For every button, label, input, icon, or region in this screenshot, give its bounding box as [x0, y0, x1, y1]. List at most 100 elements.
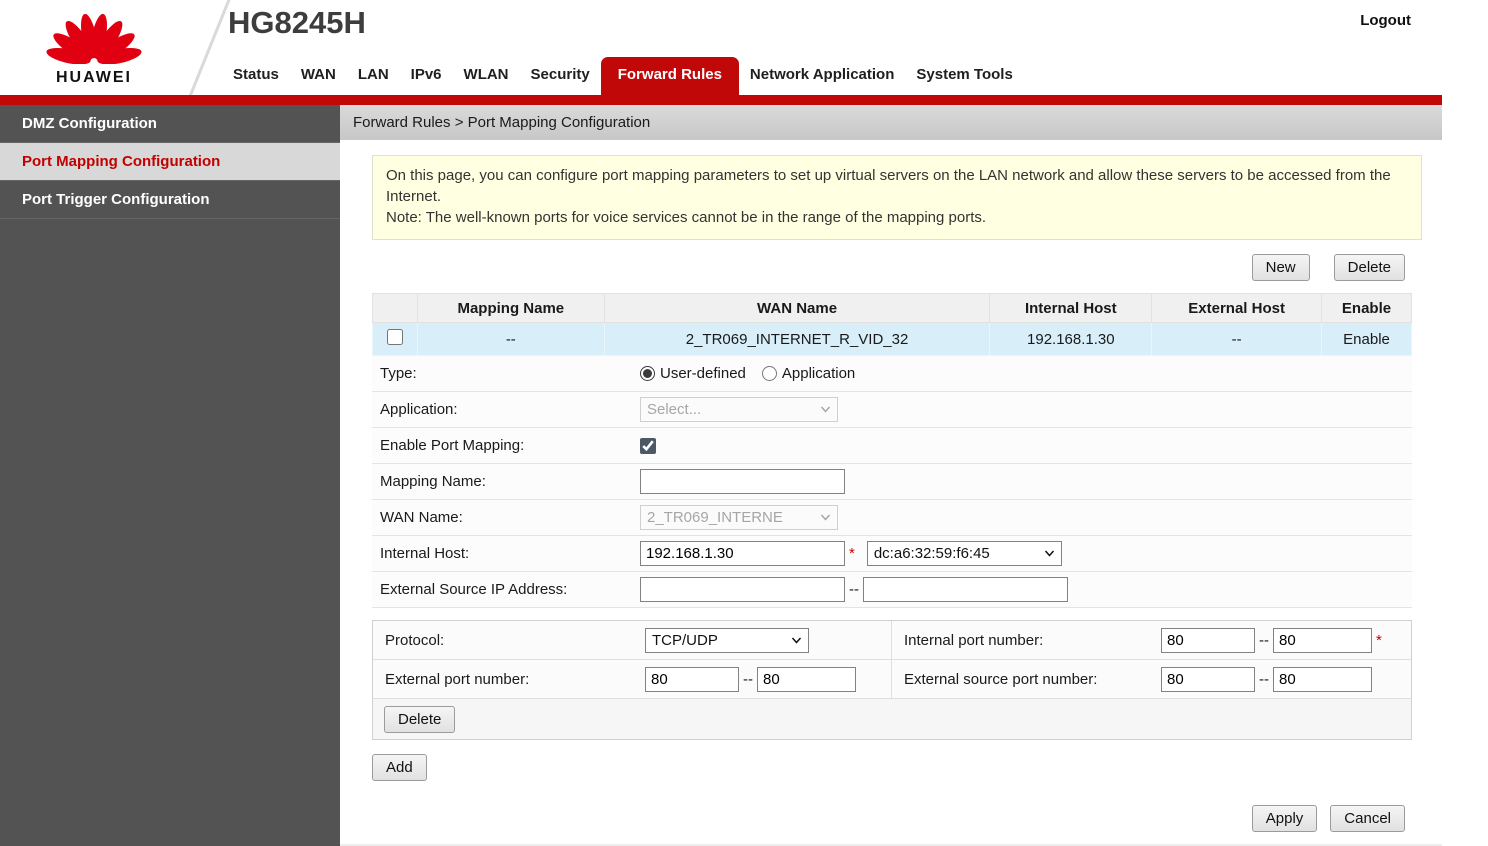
row-select-checkbox[interactable] — [386, 329, 403, 345]
content-panel: On this page, you can configure port map… — [340, 140, 1442, 844]
breadcrumb: Forward Rules > Port Mapping Configurati… — [340, 105, 1442, 140]
range-separator: -- — [849, 581, 859, 598]
internal-host-input[interactable] — [640, 541, 845, 566]
internal-host-mac-select[interactable]: dc:a6:32:59:f6:45 — [866, 541, 1062, 566]
add-button[interactable]: Add — [372, 754, 427, 781]
router-admin-page: HUAWEI HG8245H Logout Status WAN LAN IPv… — [0, 0, 1442, 846]
cell-wan-name: 2_TR069_INTERNET_R_VID_32 — [603, 322, 991, 356]
tab-wan[interactable]: WAN — [290, 58, 347, 95]
external-source-port-from-input[interactable] — [1161, 666, 1255, 692]
range-separator: -- — [1259, 631, 1269, 649]
range-separator: -- — [743, 670, 753, 688]
add-row: Add — [372, 754, 1422, 781]
chevron-down-icon — [820, 406, 831, 413]
application-label: Application: — [380, 401, 458, 418]
logout-link[interactable]: Logout — [1360, 12, 1411, 29]
required-asterisk: * — [849, 545, 855, 562]
model-title: HG8245H — [228, 5, 366, 40]
mapping-table-header-row: Mapping Name WAN Name Internal Host Exte… — [372, 293, 1412, 323]
tab-lan[interactable]: LAN — [347, 58, 400, 95]
tab-network-application[interactable]: Network Application — [739, 58, 905, 95]
external-port-to-input[interactable] — [757, 666, 856, 692]
form-row-application: Application: Select... — [372, 392, 1412, 428]
protocol-select[interactable]: TCP/UDP — [645, 627, 809, 653]
new-button[interactable]: New — [1251, 254, 1310, 281]
row-delete-button[interactable]: Delete — [384, 705, 456, 733]
huawei-flower-icon — [46, 13, 142, 65]
info-line-2: Note: The well-known ports for voice ser… — [386, 209, 987, 226]
port-row-2: External port number: -- External source… — [373, 660, 1411, 699]
wan-name-select[interactable]: 2_TR069_INTERNE — [640, 505, 838, 530]
tab-ipv6[interactable]: IPv6 — [400, 58, 453, 95]
application-radio-label: Application — [781, 365, 856, 382]
chevron-down-icon — [1044, 550, 1054, 557]
huawei-logo: HUAWEI — [34, 2, 154, 87]
sidebar-item-dmz-configuration[interactable]: DMZ Configuration — [0, 105, 340, 143]
internal-host-label: Internal Host: — [380, 545, 470, 562]
header-accent-bar — [0, 95, 1442, 105]
mapping-name-label: Mapping Name: — [380, 473, 486, 490]
enable-port-mapping-label: Enable Port Mapping: — [380, 437, 525, 454]
application-radio[interactable] — [761, 366, 777, 381]
mapping-name-input[interactable] — [640, 469, 845, 494]
wan-name-label: WAN Name: — [380, 509, 463, 526]
cancel-button[interactable]: Cancel — [1330, 805, 1405, 832]
cell-enable: Enable — [1321, 322, 1412, 356]
tab-forward-rules[interactable]: Forward Rules — [600, 57, 739, 95]
tab-system-tools[interactable]: System Tools — [905, 58, 1023, 95]
mapping-form: Type: User-defined Application Applicati… — [372, 356, 1412, 608]
delete-button[interactable]: Delete — [1333, 254, 1405, 281]
internal-port-to-input[interactable] — [1273, 627, 1372, 653]
port-settings-table: Protocol: TCP/UDP Internal port number: … — [372, 620, 1412, 740]
sidebar: DMZ Configuration Port Mapping Configura… — [0, 105, 340, 846]
cell-external-host: -- — [1151, 322, 1323, 356]
external-source-ip-to-input[interactable] — [863, 577, 1068, 602]
required-asterisk: * — [1376, 631, 1382, 649]
form-row-wan-name: WAN Name: 2_TR069_INTERNE — [372, 500, 1412, 536]
info-line-1: On this page, you can configure port map… — [386, 167, 1391, 205]
apply-button[interactable]: Apply — [1251, 805, 1318, 832]
tab-security[interactable]: Security — [520, 58, 601, 95]
chevron-down-icon — [820, 514, 831, 521]
port-delete-row: Delete — [373, 699, 1411, 739]
table-row: -- 2_TR069_INTERNET_R_VID_32 192.168.1.3… — [372, 322, 1412, 356]
type-radio-group: User-defined Application — [640, 365, 871, 382]
header-mapping-name: Mapping Name — [416, 293, 605, 323]
info-box: On this page, you can configure port map… — [372, 155, 1422, 240]
application-select[interactable]: Select... — [640, 397, 838, 422]
range-separator: -- — [1259, 670, 1269, 688]
protocol-label: Protocol: — [385, 631, 445, 649]
header-enable: Enable — [1321, 293, 1412, 323]
tab-status[interactable]: Status — [222, 58, 290, 95]
internal-port-label: Internal port number: — [891, 621, 1161, 659]
form-row-mapping-name: Mapping Name: — [372, 464, 1412, 500]
external-source-ip-from-input[interactable] — [640, 577, 845, 602]
mapping-table: Mapping Name WAN Name Internal Host Exte… — [372, 293, 1412, 356]
user-defined-radio[interactable] — [640, 366, 655, 381]
port-row-1: Protocol: TCP/UDP Internal port number: … — [373, 621, 1411, 660]
form-actions: Apply Cancel — [372, 805, 1422, 832]
tab-wlan[interactable]: WLAN — [453, 58, 520, 95]
header-internal-host: Internal Host — [989, 293, 1153, 323]
external-source-port-label: External source port number: — [891, 660, 1161, 698]
external-source-port-to-input[interactable] — [1273, 666, 1372, 692]
cell-mapping-name: -- — [416, 322, 605, 356]
external-port-from-input[interactable] — [645, 666, 739, 692]
form-row-type: Type: User-defined Application — [372, 356, 1412, 392]
main-area: Forward Rules > Port Mapping Configurati… — [340, 105, 1442, 846]
sidebar-item-port-trigger-configuration[interactable]: Port Trigger Configuration — [0, 181, 340, 219]
internal-port-from-input[interactable] — [1161, 627, 1255, 653]
enable-port-mapping-checkbox[interactable] — [640, 437, 656, 454]
user-defined-radio-label: User-defined — [660, 365, 746, 382]
external-port-label: External port number: — [385, 670, 530, 688]
brand-text: HUAWEI — [56, 69, 132, 86]
external-source-ip-label: External Source IP Address: — [380, 581, 568, 598]
form-row-internal-host: Internal Host: * dc:a6:32:59:f6:45 — [372, 536, 1412, 572]
header-external-host: External Host — [1151, 293, 1323, 323]
main-nav: Status WAN LAN IPv6 WLAN Security Forwar… — [222, 57, 1024, 95]
chevron-down-icon — [791, 637, 802, 644]
header-checkbox-cell — [372, 293, 418, 323]
table-actions: New Delete — [372, 254, 1422, 281]
form-row-external-source-ip: External Source IP Address: -- — [372, 572, 1412, 608]
sidebar-item-port-mapping-configuration[interactable]: Port Mapping Configuration — [0, 143, 340, 181]
